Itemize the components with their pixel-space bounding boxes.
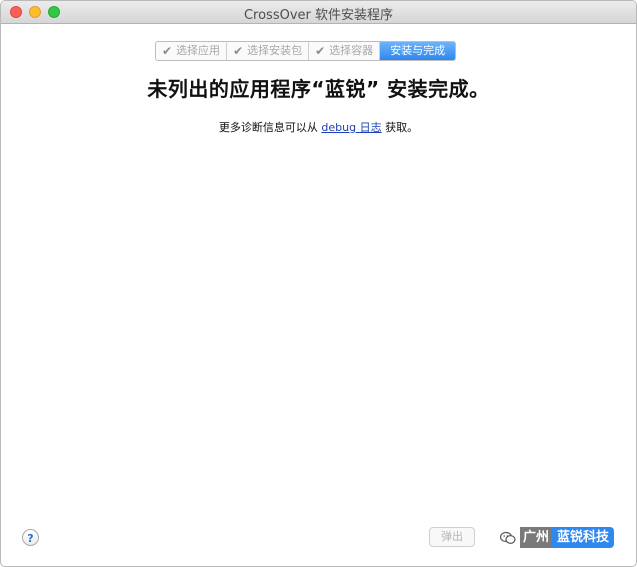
step-select-package[interactable]: ✔ 选择安装包 xyxy=(227,42,310,60)
help-button[interactable]: ? xyxy=(22,529,39,546)
completion-heading: 未列出的应用程序“蓝锐” 安装完成。 xyxy=(147,77,490,101)
eject-button[interactable]: 弹出 xyxy=(429,527,475,547)
debug-log-link[interactable]: debug 日志 xyxy=(321,121,381,134)
checkmark-icon: ✔ xyxy=(315,44,326,58)
checkmark-icon: ✔ xyxy=(162,44,173,58)
step-label: 安装与完成 xyxy=(390,44,446,57)
info-prefix: 更多诊断信息可以从 xyxy=(218,121,318,134)
step-label: 选择容器 xyxy=(329,44,374,57)
window-title: CrossOver 软件安装程序 xyxy=(243,8,394,23)
wechat-icon xyxy=(500,530,516,546)
step-label: 选择安装包 xyxy=(247,44,303,57)
step-select-bottle[interactable]: ✔ 选择容器 xyxy=(309,42,381,60)
watermark-text: 广州 蓝锐科技 xyxy=(520,527,615,548)
watermark-part1: 广州 xyxy=(520,527,553,548)
title-bar: CrossOver 软件安装程序 xyxy=(1,1,636,24)
info-suffix: 获取。 xyxy=(385,121,419,134)
watermark-part2: 蓝锐科技 xyxy=(552,527,615,548)
diagnostic-info: 更多诊断信息可以从 debug 日志 获取。 xyxy=(1,119,636,135)
step-install-finish[interactable]: 安装与完成 xyxy=(380,42,456,60)
watermark: 广州 蓝锐科技 xyxy=(500,527,615,548)
question-icon: ? xyxy=(27,532,34,545)
step-select-app[interactable]: ✔ 选择应用 xyxy=(156,42,228,60)
checkmark-icon: ✔ xyxy=(233,44,244,58)
step-indicator: ✔ 选择应用 ✔ 选择安装包 ✔ 选择容器 安装与完成 xyxy=(155,41,457,61)
installer-window: CrossOver 软件安装程序 ✔ 选择应用 ✔ 选择安装包 ✔ 选择容器 安… xyxy=(0,0,637,567)
step-label: 选择应用 xyxy=(176,44,221,57)
